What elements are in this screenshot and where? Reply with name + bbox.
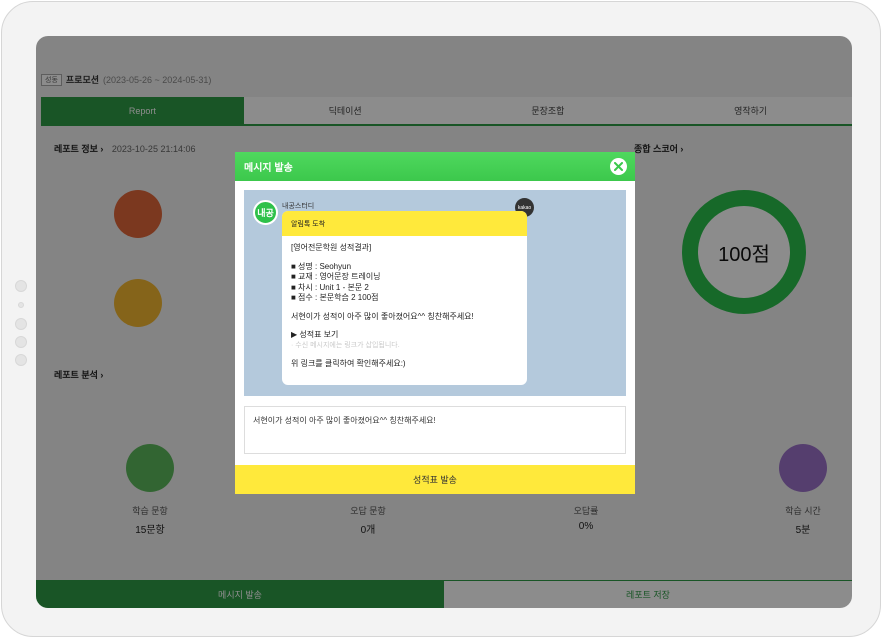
side-button bbox=[15, 336, 27, 348]
report-link[interactable]: ▶ 성적표 보기 bbox=[291, 330, 518, 341]
card-line: ■ 교재 : 영어문장 트레이닝 bbox=[291, 272, 381, 281]
card-line: ■ 점수 : 본문학습 2 100점 bbox=[291, 293, 379, 302]
card-body: [영어전문학원 성적결과] ■ 성명 : Seohyun ■ 교재 : 영어문장… bbox=[282, 236, 527, 377]
side-button bbox=[15, 280, 27, 292]
link-note: · 수신 메시지에는 링크가 삽입됩니다. bbox=[291, 341, 400, 349]
send-report-button[interactable]: 성적표 발송 bbox=[235, 465, 635, 494]
modal-title: 메시지 발송 bbox=[244, 163, 293, 174]
send-message-modal: 메시지 발송 내공 내공스터디 kakao 알림톡 도착 [영어전문학원 성적결… bbox=[235, 152, 635, 494]
camera-dot bbox=[18, 302, 24, 308]
modal-header: 메시지 발송 bbox=[235, 152, 635, 181]
side-button bbox=[15, 318, 27, 330]
sender-name: 내공스터디 bbox=[282, 203, 315, 210]
screen: 성동 프로모션 (2023-05-26 ~ 2024-05-31) Report… bbox=[36, 36, 852, 608]
kakao-message-preview: 내공 내공스터디 kakao 알림톡 도착 [영어전문학원 성적결과] ■ 성명… bbox=[244, 190, 626, 396]
card-footer: 위 링크를 클릭하여 확인해주세요:) bbox=[291, 359, 406, 368]
card-title: [영어전문학원 성적결과] bbox=[291, 243, 372, 252]
alimtalk-card: 알림톡 도착 [영어전문학원 성적결과] ■ 성명 : Seohyun ■ 교재… bbox=[282, 211, 527, 385]
card-line: ■ 성명 : Seohyun bbox=[291, 261, 352, 271]
tablet-frame: 성동 프로모션 (2023-05-26 ~ 2024-05-31) Report… bbox=[1, 1, 881, 637]
sender-avatar: 내공 bbox=[253, 200, 278, 225]
card-line: ■ 차시 : Unit 1 - 본문 2 bbox=[291, 282, 369, 292]
close-icon[interactable] bbox=[610, 158, 627, 175]
side-button bbox=[15, 354, 27, 366]
card-praise: 서현이가 성적이 아주 많이 좋아졌어요^^ 칭찬해주세요! bbox=[291, 311, 474, 321]
card-header: 알림톡 도착 bbox=[282, 211, 527, 236]
message-input[interactable]: 서현이가 성적이 아주 많이 좋아졌어요^^ 칭찬해주세요! bbox=[244, 406, 626, 454]
